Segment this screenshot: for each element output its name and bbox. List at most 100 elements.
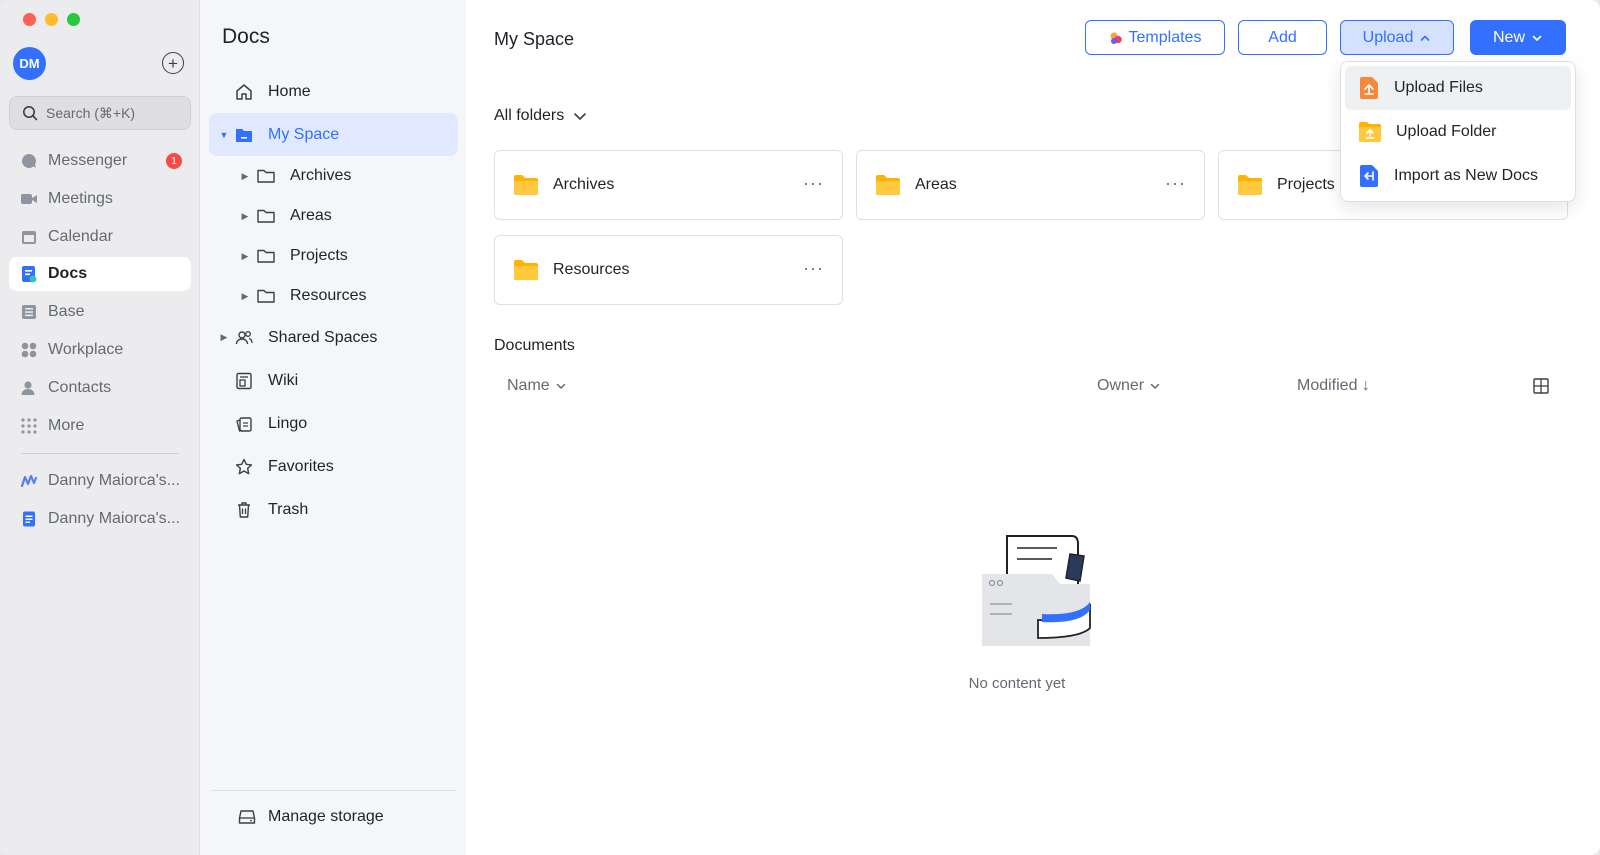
add-button[interactable]: Add bbox=[1238, 20, 1327, 55]
upload-folder-menu-item[interactable]: Upload Folder bbox=[1345, 110, 1571, 154]
column-label: Owner bbox=[1097, 377, 1145, 394]
all-folders-toggle[interactable]: All folders bbox=[494, 107, 588, 125]
folder-icon bbox=[876, 175, 900, 195]
sidebar-item-archives[interactable]: ▶ Archives bbox=[209, 156, 458, 196]
avatar[interactable]: DM bbox=[13, 47, 46, 80]
caret-right-icon[interactable]: ▶ bbox=[240, 291, 250, 302]
upload-label: Upload bbox=[1362, 28, 1414, 46]
sidebar-item-resources[interactable]: ▶ Resources bbox=[209, 276, 458, 316]
whiteboard-icon bbox=[20, 472, 38, 490]
contacts-icon bbox=[20, 379, 38, 397]
rail-item-label: Base bbox=[48, 303, 85, 321]
chevron-down-icon bbox=[1532, 35, 1542, 41]
base-icon bbox=[20, 303, 38, 321]
sidebar-item-favorites[interactable]: Favorites bbox=[209, 445, 458, 488]
more-options-icon[interactable]: ··· bbox=[1165, 173, 1186, 194]
recent-item[interactable]: Danny Maiorca's... bbox=[9, 502, 191, 536]
upload-dropdown-menu: Upload Files Upload Folder Import as New… bbox=[1340, 61, 1576, 202]
caret-right-icon[interactable]: ▶ bbox=[240, 251, 250, 262]
more-grid-icon bbox=[20, 417, 38, 435]
upload-button[interactable]: Upload bbox=[1340, 20, 1454, 55]
rail-item-calendar[interactable]: Calendar bbox=[9, 220, 191, 254]
chevron-down-icon bbox=[556, 383, 565, 389]
folder-card[interactable]: Areas ··· bbox=[856, 150, 1205, 220]
folder-icon bbox=[256, 286, 276, 306]
trash-icon bbox=[234, 500, 254, 520]
manage-storage-button[interactable]: Manage storage bbox=[238, 808, 384, 826]
recent-item[interactable]: Danny Maiorca's... bbox=[9, 464, 191, 498]
sidebar-title: Docs bbox=[222, 25, 270, 48]
sidebar-item-wiki[interactable]: Wiki bbox=[209, 359, 458, 402]
chevron-up-icon bbox=[1421, 35, 1430, 41]
folder-name: Resources bbox=[553, 261, 630, 278]
rail-item-label: Calendar bbox=[48, 227, 113, 245]
plus-circle-icon[interactable]: + bbox=[162, 52, 184, 74]
rail-item-docs[interactable]: Docs bbox=[9, 257, 191, 292]
folder-card[interactable]: Resources ··· bbox=[494, 235, 843, 305]
minimize-window-button[interactable] bbox=[45, 13, 58, 26]
menu-item-label: Upload Folder bbox=[1396, 123, 1497, 140]
column-label: Name bbox=[507, 377, 550, 394]
home-icon bbox=[234, 82, 254, 102]
workplace-icon bbox=[20, 341, 38, 359]
documents-heading-label: Documents bbox=[494, 337, 575, 354]
sidebar-item-home[interactable]: Home bbox=[209, 70, 458, 113]
upload-files-menu-item[interactable]: Upload Files bbox=[1345, 66, 1571, 110]
caret-right-icon[interactable]: ▶ bbox=[219, 332, 229, 343]
upload-folder-icon bbox=[1359, 122, 1381, 142]
grid-view-icon[interactable] bbox=[1532, 377, 1550, 400]
recent-item-label: Danny Maiorca's... bbox=[48, 509, 180, 527]
sidebar-item-label: My Space bbox=[268, 125, 340, 143]
app-rail: DM + Search (⌘+K) Messenger 1 Meetings C… bbox=[0, 0, 200, 855]
shared-users-icon bbox=[234, 328, 254, 348]
close-window-button[interactable] bbox=[23, 13, 36, 26]
folder-icon bbox=[256, 166, 276, 186]
sidebar-item-lingo[interactable]: Lingo bbox=[209, 402, 458, 445]
sidebar-item-shared-spaces[interactable]: ▶ Shared Spaces bbox=[209, 316, 458, 359]
folder-card[interactable]: Archives ··· bbox=[494, 150, 843, 220]
rail-item-contacts[interactable]: Contacts bbox=[9, 371, 191, 405]
docs-sidebar: Docs Home ▼ My Space ▶ Archives ▶ Areas bbox=[200, 0, 466, 855]
owner-column-header[interactable]: Owner bbox=[1097, 377, 1161, 395]
sidebar-divider bbox=[211, 790, 456, 791]
video-icon bbox=[20, 190, 38, 208]
sidebar-item-label: Favorites bbox=[268, 457, 334, 475]
maximize-window-button[interactable] bbox=[67, 13, 80, 26]
more-options-icon[interactable]: ··· bbox=[803, 173, 824, 194]
window-controls bbox=[23, 13, 80, 26]
my-space-folder-icon bbox=[234, 125, 254, 145]
caret-down-icon[interactable]: ▼ bbox=[219, 130, 229, 140]
chevron-down-icon bbox=[574, 113, 587, 120]
sidebar-item-label: Projects bbox=[290, 247, 348, 264]
caret-right-icon[interactable]: ▶ bbox=[240, 211, 250, 222]
star-icon bbox=[234, 457, 254, 477]
templates-button[interactable]: Templates bbox=[1085, 20, 1225, 55]
sidebar-item-label: Trash bbox=[268, 500, 309, 518]
rail-item-meetings[interactable]: Meetings bbox=[9, 182, 191, 216]
folder-icon bbox=[256, 206, 276, 226]
new-button[interactable]: New bbox=[1470, 20, 1566, 55]
sidebar-item-areas[interactable]: ▶ Areas bbox=[209, 196, 458, 236]
name-column-header[interactable]: Name bbox=[507, 377, 567, 395]
rail-item-messenger[interactable]: Messenger 1 bbox=[9, 144, 191, 178]
search-input[interactable]: Search (⌘+K) bbox=[9, 96, 191, 130]
rail-item-workplace[interactable]: Workplace bbox=[9, 333, 191, 367]
sidebar-item-projects[interactable]: ▶ Projects bbox=[209, 236, 458, 276]
folder-name: Archives bbox=[553, 176, 615, 193]
unread-badge: 1 bbox=[166, 153, 182, 169]
sidebar-item-trash[interactable]: Trash bbox=[209, 488, 458, 531]
import-as-new-docs-menu-item[interactable]: Import as New Docs bbox=[1345, 154, 1571, 198]
add-label: Add bbox=[1268, 28, 1297, 46]
page-title: My Space bbox=[494, 29, 575, 49]
sidebar-item-my-space[interactable]: ▼ My Space bbox=[209, 113, 458, 156]
modified-column-header[interactable]: Modified ↓ bbox=[1297, 377, 1370, 395]
app-window: DM + Search (⌘+K) Messenger 1 Meetings C… bbox=[0, 0, 1600, 855]
upload-file-icon bbox=[1360, 77, 1378, 99]
import-doc-icon bbox=[1360, 165, 1378, 187]
caret-right-icon[interactable]: ▶ bbox=[240, 171, 250, 182]
more-options-icon[interactable]: ··· bbox=[803, 258, 824, 279]
sidebar-item-label: Shared Spaces bbox=[268, 328, 378, 346]
rail-item-base[interactable]: Base bbox=[9, 295, 191, 329]
rail-item-more[interactable]: More bbox=[9, 409, 191, 443]
folder-icon bbox=[256, 246, 276, 266]
